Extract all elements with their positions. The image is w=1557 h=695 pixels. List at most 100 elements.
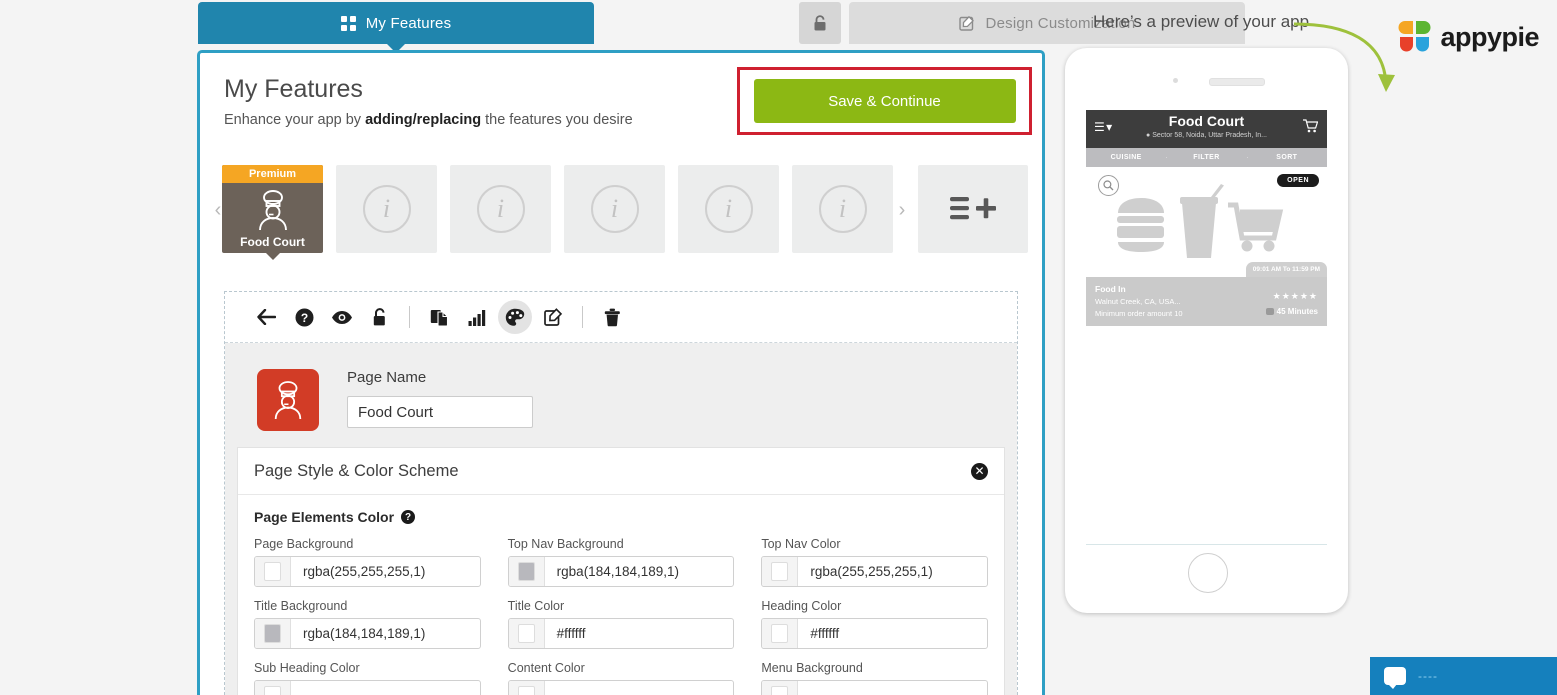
food-placeholder-icon (1114, 183, 1300, 269)
color-input[interactable]: rgba(184,184,189,1) (254, 618, 481, 649)
info-icon: i (477, 185, 525, 233)
color-field-content-color: Content Color (508, 661, 735, 695)
color-value (798, 681, 987, 695)
phone-camera-icon (1173, 78, 1178, 83)
left-background (0, 0, 197, 695)
color-input[interactable]: #ffffff (508, 618, 735, 649)
phone-tab-cuisine[interactable]: CUISINE (1086, 154, 1166, 161)
color-swatch (518, 624, 535, 643)
page-style-card-title: Page Style & Color Scheme (254, 462, 459, 481)
back-icon[interactable] (247, 300, 285, 334)
color-value: rgba(184,184,189,1) (545, 557, 734, 586)
phone-tab-sort[interactable]: SORT (1247, 154, 1327, 161)
feature-card-placeholder[interactable]: i (792, 165, 893, 253)
delivery-time-text: 45 Minutes (1277, 307, 1318, 316)
color-swatch-button[interactable] (509, 619, 545, 648)
edit-icon[interactable] (534, 300, 572, 334)
chat-widget-label: ---- (1418, 669, 1438, 683)
color-field-heading-color: Heading Color #ffffff (761, 599, 988, 649)
feature-carousel: ‹ › Premium Food Court (200, 157, 1042, 261)
phone-top-nav: ☰ ▾ Food Court ● Sector 58, Noida, Uttar… (1086, 110, 1327, 148)
lock-icon[interactable] (361, 300, 399, 334)
phone-home-button[interactable] (1188, 553, 1228, 593)
color-swatch (771, 562, 788, 581)
color-input[interactable] (761, 680, 988, 695)
color-swatch-button[interactable] (762, 557, 798, 586)
feature-card-placeholder[interactable]: i (564, 165, 665, 253)
chat-widget[interactable]: ---- (1370, 657, 1557, 695)
analytics-icon[interactable] (458, 300, 496, 334)
tab-lock-button[interactable] (799, 2, 841, 44)
phone-preview: ☰ ▾ Food Court ● Sector 58, Noida, Uttar… (1065, 48, 1348, 613)
color-swatch-button[interactable] (762, 619, 798, 648)
svg-text:?: ? (300, 311, 307, 325)
carousel-cards: Premium Food Court i i i (222, 165, 893, 253)
chef-icon (270, 380, 306, 420)
help-icon[interactable]: ? (285, 300, 323, 334)
color-swatch-button[interactable] (255, 681, 291, 695)
color-swatch (264, 624, 281, 643)
info-icon: i (591, 185, 639, 233)
preview-heading: Here’s a preview of your app (1093, 12, 1309, 32)
color-swatch-button[interactable] (509, 681, 545, 695)
info-icon: i (819, 185, 867, 233)
color-swatch (771, 686, 788, 695)
color-swatch-button[interactable] (255, 557, 291, 586)
color-swatch (264, 686, 281, 695)
cart-icon[interactable] (1303, 119, 1318, 138)
tab-my-features[interactable]: My Features (198, 2, 594, 44)
help-icon[interactable]: ? (401, 510, 415, 524)
color-swatch-button[interactable] (762, 681, 798, 695)
top-tabbar: My Features Design Customization (198, 2, 1048, 46)
color-input[interactable] (254, 680, 481, 695)
color-field-row: Page Background rgba(255,255,255,1) Top … (254, 537, 988, 587)
restaurant-card[interactable]: Food In Walnut Creek, CA, USA... Minimum… (1086, 277, 1327, 326)
color-field-title-background: Title Background rgba(184,184,189,1) (254, 599, 481, 649)
page-name-label: Page Name (347, 369, 533, 386)
palette-icon[interactable] (498, 300, 532, 334)
feature-card-label: Food Court (240, 235, 305, 249)
save-highlight-box: Save & Continue (737, 67, 1032, 135)
page-name-row: Page Name (225, 361, 1017, 447)
carousel-next-button[interactable]: › (894, 199, 910, 221)
page-name-input[interactable] (347, 396, 533, 428)
color-field-top-nav-background: Top Nav Background rgba(184,184,189,1) (508, 537, 735, 587)
color-swatch-button[interactable] (509, 557, 545, 586)
subtitle-bold: adding/replacing (365, 112, 481, 128)
color-value (545, 681, 734, 695)
feature-card-placeholder[interactable]: i (450, 165, 551, 253)
color-field-page-background: Page Background rgba(255,255,255,1) (254, 537, 481, 587)
close-icon[interactable]: ✕ (971, 463, 988, 480)
toolbar-separator (582, 306, 583, 328)
main-panel: My Features Enhance your app by adding/r… (197, 50, 1045, 695)
color-input[interactable]: rgba(184,184,189,1) (508, 556, 735, 587)
chat-bubble-icon (1384, 667, 1406, 685)
feature-card-placeholder[interactable]: i (336, 165, 437, 253)
color-input[interactable] (508, 680, 735, 695)
feature-card-placeholder[interactable]: i (678, 165, 779, 253)
page-style-card-body: Page Elements Color ? Page Background rg… (238, 495, 1004, 695)
feature-settings-container: ? (224, 291, 1018, 695)
color-field-label: Title Color (508, 599, 735, 613)
section-title-label: Page Elements Color (254, 509, 394, 525)
preview-eye-icon[interactable] (323, 300, 361, 334)
color-input[interactable]: rgba(255,255,255,1) (761, 556, 988, 587)
save-and-continue-button[interactable]: Save & Continue (754, 79, 1016, 123)
feature-card-food-court[interactable]: Premium Food Court (222, 165, 323, 253)
color-input[interactable]: #ffffff (761, 618, 988, 649)
color-field-sub-heading-color: Sub Heading Color (254, 661, 481, 695)
duplicate-icon[interactable] (420, 300, 458, 334)
color-input[interactable]: rgba(255,255,255,1) (254, 556, 481, 587)
color-field-label: Content Color (508, 661, 735, 675)
phone-tab-filter[interactable]: FILTER (1166, 154, 1246, 161)
feature-settings-body: Page Name Page Style & Color Scheme ✕ Pa… (225, 343, 1017, 695)
color-field-menu-background: Menu Background (761, 661, 988, 695)
color-value: rgba(184,184,189,1) (291, 619, 480, 648)
page-style-card-header: Page Style & Color Scheme ✕ (238, 448, 1004, 495)
appypie-mark-icon (1397, 20, 1433, 54)
add-feature-button[interactable] (918, 165, 1028, 253)
color-value: #ffffff (798, 619, 987, 648)
color-swatch-button[interactable] (255, 619, 291, 648)
delete-icon[interactable] (593, 300, 631, 334)
delivery-time: 45 Minutes (1266, 307, 1318, 316)
